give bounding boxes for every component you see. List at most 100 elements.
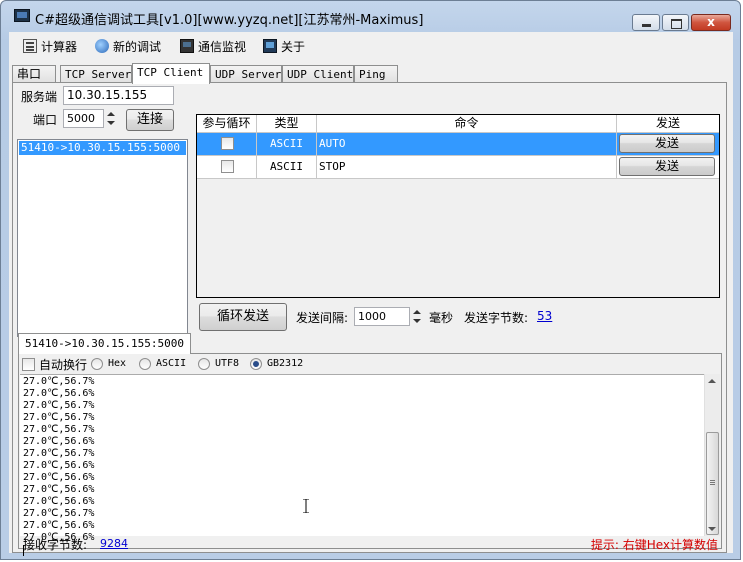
- receive-bytes-link[interactable]: 9284: [100, 537, 128, 550]
- tab-udp-server[interactable]: UDP Server: [210, 65, 282, 83]
- close-button[interactable]: x: [691, 14, 731, 31]
- encoding-gb2312-radio[interactable]: [250, 358, 262, 370]
- receive-line: 27.0℃,56.7%: [23, 508, 95, 519]
- menu-calculator-label: 计算器: [41, 39, 78, 54]
- command-cell[interactable]: AUTO: [317, 133, 617, 156]
- scroll-up-icon[interactable]: [708, 379, 716, 383]
- tcp-client-page: 服务端 10.30.15.155 端口 5000 连接 51410->10.30…: [12, 82, 727, 556]
- auto-wrap-checkbox[interactable]: [22, 358, 35, 371]
- encoding-ascii-radio[interactable]: [139, 358, 151, 370]
- send-bytes-label: 发送字节数:: [464, 311, 529, 325]
- encoding-utf8-radio[interactable]: [198, 358, 210, 370]
- receive-line: 27.0℃,56.6%: [23, 520, 95, 531]
- receive-panel: 自动换行 Hex ASCII UTF8 GB2312 27.0℃,56.7% 2…: [18, 353, 722, 556]
- header-send: 发送: [617, 115, 719, 133]
- tab-udp-client[interactable]: UDP Client: [282, 65, 354, 83]
- receive-line: 27.0℃,56.6%: [23, 484, 95, 495]
- menu-monitor[interactable]: 通信监视: [180, 37, 246, 55]
- interval-value: 1000: [358, 310, 386, 323]
- encoding-hex-label: Hex: [108, 358, 127, 369]
- port-value: 5000: [67, 112, 95, 125]
- menu-calculator[interactable]: 计算器: [23, 37, 77, 55]
- header-loop: 参与循环: [197, 115, 257, 133]
- interval-stepper[interactable]: 1000: [354, 307, 424, 326]
- network-icon: [95, 39, 109, 53]
- loop-checkbox[interactable]: [221, 137, 234, 150]
- receive-line: 27.0℃,56.7%: [23, 376, 95, 387]
- close-icon: x: [707, 15, 715, 29]
- scroll-down-icon[interactable]: [708, 527, 716, 531]
- menu-new-debug-label: 新的调试: [113, 39, 162, 54]
- receive-line: 27.0℃,56.7%: [23, 412, 95, 423]
- receive-line: 27.0℃,56.6%: [23, 496, 95, 507]
- calculator-icon: [23, 39, 37, 53]
- receive-line: 27.0℃,56.7%: [23, 448, 95, 459]
- auto-wrap-label: 自动换行: [39, 358, 88, 372]
- send-bytes-link[interactable]: 53: [537, 309, 552, 323]
- title-bar[interactable]: C#超级通信调试工具[v1.0][www.yyzq.net][江苏常州-Maxi…: [1, 1, 742, 31]
- app-window: C#超级通信调试工具[v1.0][www.yyzq.net][江苏常州-Maxi…: [0, 0, 741, 560]
- header-type: 类型: [257, 115, 317, 133]
- receive-line: 27.0℃,56.6%: [23, 436, 95, 447]
- receive-line: 27.0℃,56.6%: [23, 472, 95, 483]
- receive-line: 27.0℃,56.7%: [23, 400, 95, 411]
- scroll-thumb[interactable]: [706, 432, 719, 535]
- port-stepper[interactable]: 5000: [63, 109, 118, 128]
- type-cell[interactable]: ASCII: [257, 156, 317, 179]
- minimize-button[interactable]: [632, 14, 660, 31]
- receive-status-bar: 接收字节数: 9284 提示: 右键Hex计算数值: [20, 536, 720, 552]
- connection-list-item[interactable]: 51410->10.30.15.155:5000: [19, 141, 186, 155]
- menu-bar: 计算器 新的调试 通信监视 关于: [9, 32, 733, 58]
- command-cell[interactable]: STOP: [317, 156, 617, 179]
- encoding-gb2312-label: GB2312: [267, 358, 304, 369]
- send-bytes-value[interactable]: 53: [537, 309, 552, 323]
- interval-label: 发送间隔:: [296, 311, 349, 325]
- monitor-icon: [180, 39, 194, 53]
- command-table[interactable]: 参与循环 类型 命令 发送 ASCII AUTO 发送 ASCII STOP 发…: [196, 114, 720, 298]
- interval-unit: 毫秒: [429, 311, 454, 325]
- interval-spin-buttons[interactable]: [409, 307, 424, 326]
- receive-connection-tab[interactable]: 51410->10.30.15.155:5000: [18, 333, 191, 354]
- hint-text: 提示: 右键Hex计算数值: [590, 538, 718, 552]
- receive-bytes-value[interactable]: 9284: [100, 537, 128, 550]
- loop-cell[interactable]: [197, 133, 257, 156]
- receive-bytes-label: 接收字节数:: [23, 538, 88, 552]
- loop-cell[interactable]: [197, 156, 257, 179]
- encoding-hex-radio[interactable]: [91, 358, 103, 370]
- send-cell: 发送: [617, 156, 719, 179]
- menu-monitor-label: 通信监视: [198, 39, 247, 54]
- loop-checkbox[interactable]: [221, 160, 234, 173]
- receive-line: 27.0℃,56.7%: [23, 424, 95, 435]
- ibeam-cursor-icon: [303, 499, 309, 513]
- tab-tcp-server[interactable]: TCP Server: [60, 65, 132, 83]
- about-icon: [263, 39, 277, 53]
- receive-line: 27.0℃,56.6%: [23, 460, 95, 471]
- tab-ping[interactable]: Ping: [354, 65, 398, 83]
- header-command: 命令: [317, 115, 617, 133]
- maximize-button[interactable]: [662, 14, 689, 31]
- app-icon: [14, 9, 30, 22]
- receive-scrollbar[interactable]: [704, 374, 720, 536]
- send-button[interactable]: 发送: [619, 157, 715, 176]
- connect-button[interactable]: 连接: [126, 109, 174, 131]
- receive-textbox[interactable]: 27.0℃,56.7% 27.0℃,56.6% 27.0℃,56.7% 27.0…: [20, 374, 704, 556]
- connection-list[interactable]: 51410->10.30.15.155:5000: [17, 139, 188, 337]
- menu-about-label: 关于: [281, 39, 306, 54]
- receive-line: 27.0℃,56.6%: [23, 388, 95, 399]
- loop-send-button[interactable]: 循环发送: [199, 303, 287, 331]
- type-cell[interactable]: ASCII: [257, 133, 317, 156]
- send-cell: 发送: [617, 133, 719, 156]
- server-label: 服务端: [21, 90, 58, 104]
- encoding-ascii-label: ASCII: [156, 358, 187, 369]
- encoding-utf8-label: UTF8: [215, 358, 240, 369]
- port-label: 端口: [33, 113, 58, 127]
- server-ip-input[interactable]: 10.30.15.155: [63, 86, 174, 105]
- menu-new-debug[interactable]: 新的调试: [95, 37, 161, 55]
- send-button[interactable]: 发送: [619, 134, 715, 153]
- menu-about[interactable]: 关于: [263, 37, 305, 55]
- client-area: 计算器 新的调试 通信监视 关于 串口 TCP Server TCP Clien…: [9, 32, 733, 556]
- tab-serial[interactable]: 串口: [12, 65, 56, 83]
- tab-tcp-client[interactable]: TCP Client: [132, 63, 210, 84]
- window-title: C#超级通信调试工具[v1.0][www.yyzq.net][江苏常州-Maxi…: [35, 13, 424, 28]
- port-spin-buttons[interactable]: [103, 109, 118, 128]
